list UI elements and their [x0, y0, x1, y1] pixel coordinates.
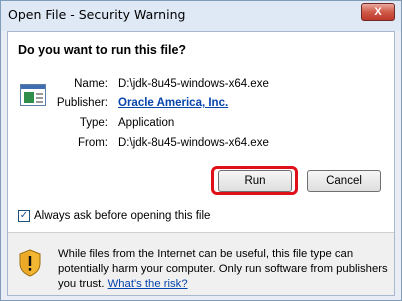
type-value: Application	[118, 117, 175, 129]
whats-the-risk-link[interactable]: What's the risk?	[108, 278, 188, 290]
security-warning-dialog: Open File - Security Warning X Do you wa…	[0, 0, 402, 301]
warning-panel: While files from the Internet can be use…	[8, 233, 394, 295]
name-value: D:\jdk-8u45-windows-x64.exe	[118, 78, 269, 90]
cancel-button[interactable]: Cancel	[307, 170, 381, 192]
title-bar[interactable]: Open File - Security Warning X	[1, 1, 401, 31]
name-label: Name:	[74, 78, 108, 90]
always-ask-option[interactable]: ✓ Always ask before opening this file	[18, 208, 210, 224]
type-label: Type:	[79, 117, 108, 129]
publisher-link[interactable]: Oracle America, Inc.	[118, 97, 228, 109]
publisher-label: Publisher:	[56, 97, 108, 109]
always-ask-checkbox[interactable]: ✓	[18, 210, 30, 222]
dialog-heading: Do you want to run this file?	[18, 43, 187, 57]
dialog-body: Do you want to run this file? Name: D:\j…	[7, 31, 395, 296]
run-button[interactable]: Run	[218, 170, 292, 192]
from-label: From:	[77, 137, 108, 149]
close-icon: X	[374, 5, 382, 18]
window-title: Open File - Security Warning	[8, 7, 186, 22]
shield-warning-icon	[19, 249, 41, 277]
from-value: D:\jdk-8u45-windows-x64.exe	[118, 137, 269, 149]
always-ask-label[interactable]: Always ask before opening this file	[34, 210, 210, 222]
warning-message: While files from the Internet can be use…	[58, 247, 388, 292]
close-button[interactable]: X	[361, 3, 395, 21]
